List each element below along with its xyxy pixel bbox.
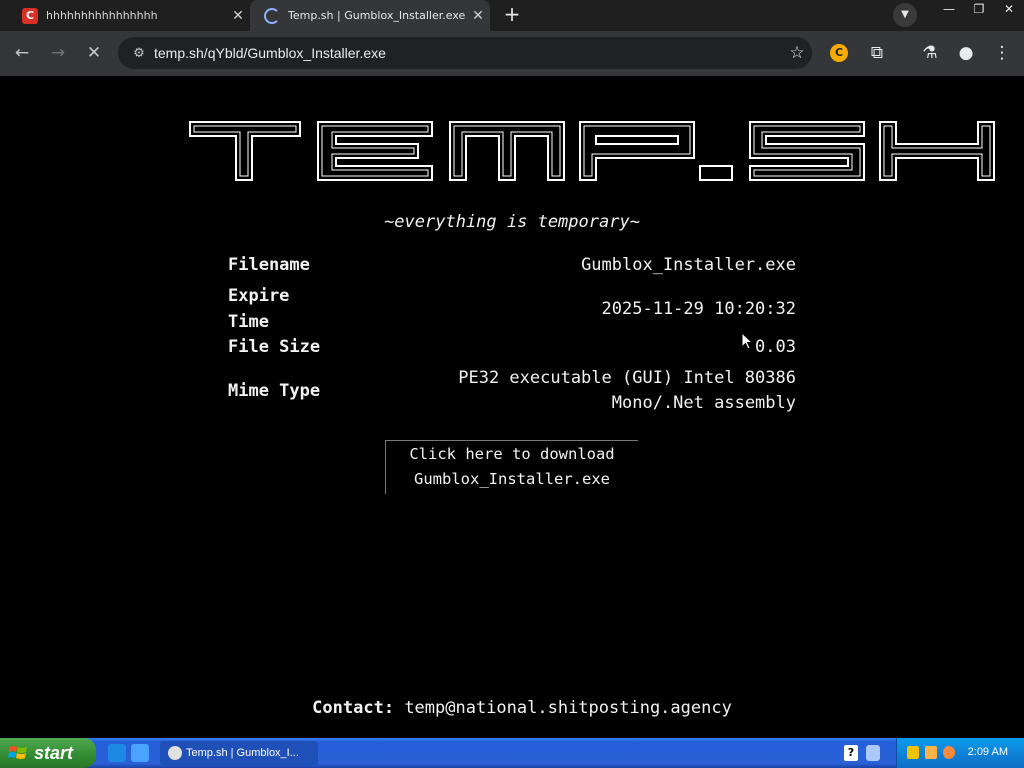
filename-value: Gumblox_Installer.exe — [581, 255, 796, 275]
internet-explorer-icon[interactable] — [108, 744, 126, 762]
tab-close-icon[interactable]: ✕ — [226, 8, 250, 24]
window-close-icon[interactable]: ✕ — [994, 0, 1024, 20]
windows-flag-icon — [8, 746, 27, 759]
system-tray: 2:09 AM — [896, 738, 1024, 768]
tab-title: hhhhhhhhhhhhhhhh — [46, 9, 158, 22]
start-label: start — [34, 743, 74, 763]
back-icon[interactable]: ← — [10, 41, 34, 65]
tray-app-icon[interactable] — [925, 746, 937, 759]
site-favicon-icon: C — [22, 7, 38, 24]
tab-strip: C hhhhhhhhhhhhhhhh ✕ Temp.sh | Gumblox_I… — [0, 0, 1024, 31]
extensions-puzzle-icon[interactable]: ⧉ — [865, 41, 889, 65]
tab-close-icon[interactable]: ✕ — [466, 8, 490, 24]
taskbar-item-chrome[interactable]: Temp.sh | Gumblox_I... — [160, 741, 318, 765]
file-info-table: Filename Gumblox_Installer.exe Expire Ti… — [228, 255, 796, 417]
url-text[interactable]: temp.sh/qYbld/Gumblox_Installer.exe — [154, 45, 782, 61]
taskbar-item-label: Temp.sh | Gumblox_I... — [186, 747, 299, 759]
download-line2[interactable]: Gumblox_Installer.exe — [386, 467, 638, 492]
help-icon[interactable]: ? — [844, 745, 858, 761]
browser-toolbar: ← → ✕ ⚙ temp.sh/qYbld/Gumblox_Installer.… — [0, 31, 1024, 76]
tab-active[interactable]: Temp.sh | Gumblox_Installer.exe ✕ — [250, 0, 490, 31]
labs-flask-icon[interactable]: ⚗ — [918, 41, 942, 65]
chrome-icon — [168, 746, 182, 760]
expire-label-line1: Expire — [228, 286, 290, 306]
stop-icon[interactable]: ✕ — [82, 41, 106, 65]
taskbar: start Temp.sh | Gumblox_I... ? 2:09 AM — [0, 738, 1024, 768]
mouse-cursor-icon — [741, 332, 753, 350]
security-shield-icon[interactable] — [907, 746, 919, 759]
contact-line: Contact: temp@national.shitposting.agenc… — [0, 698, 1024, 718]
mime-type-value: PE32 executable (GUI) Intel 80386 Mono/.… — [458, 366, 796, 416]
mime-line2: Mono/.Net assembly — [611, 393, 796, 413]
mime-type-label: Mime Type — [228, 381, 321, 401]
file-size-label: File Size — [228, 337, 321, 357]
download-link-box[interactable]: Click here to download Gumblox_Installer… — [385, 440, 638, 494]
tab-search-chevron-icon[interactable]: ▼ — [893, 3, 917, 27]
tab-title: Temp.sh | Gumblox_Installer.exe — [288, 9, 466, 22]
tab-inactive[interactable]: C hhhhhhhhhhhhhhhh ✕ — [8, 0, 250, 31]
loading-spinner-icon — [264, 7, 280, 24]
expire-label-line2: Time — [228, 312, 269, 332]
start-button[interactable]: start — [0, 738, 96, 768]
network-icon[interactable] — [866, 745, 880, 761]
page-content: ~everything is temporary~ Filename Gumbl… — [0, 76, 1024, 738]
menu-kebab-icon[interactable]: ⋮ — [990, 41, 1014, 65]
forward-icon[interactable]: → — [46, 41, 70, 65]
contact-email[interactable]: temp@national.shitposting.agency — [404, 698, 732, 718]
tagline: ~everything is temporary~ — [384, 212, 640, 232]
download-line1[interactable]: Click here to download — [386, 442, 638, 467]
quicklaunch-icon[interactable] — [131, 744, 149, 762]
restore-icon[interactable]: ❐ — [964, 0, 994, 20]
profile-icon[interactable]: ● — [954, 41, 978, 65]
search-icon[interactable] — [943, 746, 955, 759]
filename-label: Filename — [228, 255, 310, 275]
address-bar[interactable]: ⚙ temp.sh/qYbld/Gumblox_Installer.exe ☆ — [118, 37, 812, 69]
site-info-icon[interactable]: ⚙ — [124, 46, 154, 61]
file-size-value: 0.03 — [755, 337, 796, 357]
window-controls: — ❐ ✕ — [934, 0, 1024, 20]
minimize-icon[interactable]: — — [934, 0, 964, 20]
extension-icon[interactable]: C — [830, 44, 848, 62]
contact-label: Contact: — [312, 698, 395, 718]
clock: 2:09 AM — [967, 746, 1008, 758]
temp-sh-logo — [189, 121, 995, 181]
bookmark-star-icon[interactable]: ☆ — [782, 43, 812, 63]
mime-line1: PE32 executable (GUI) Intel 80386 — [458, 368, 796, 388]
expire-time-label: Expire Time — [228, 283, 289, 335]
new-tab-icon[interactable]: + — [500, 3, 524, 27]
expire-time-value: 2025-11-29 10:20:32 — [601, 299, 796, 319]
